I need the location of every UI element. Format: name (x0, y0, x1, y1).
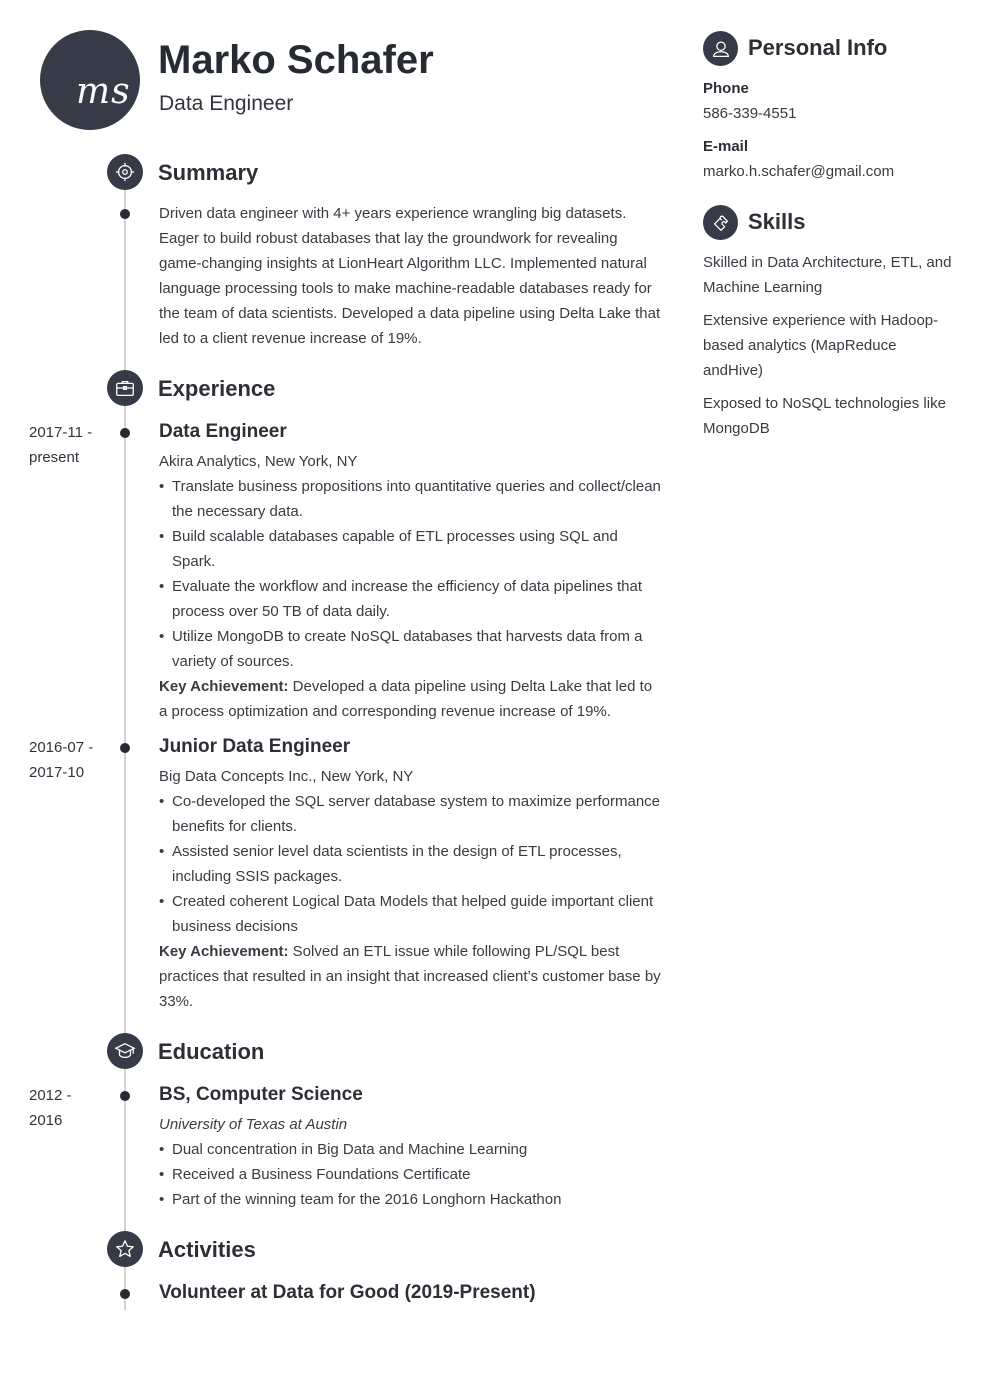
email-label: E-mail (703, 138, 749, 155)
timeline-dot (120, 743, 130, 753)
puzzle-icon (703, 205, 738, 240)
job-title: Data Engineer (159, 421, 287, 442)
job-date: 2016-07 - 2017-10 (29, 735, 109, 785)
skill-item: Exposed to NoSQL technologies like Mongo… (703, 395, 946, 437)
skill-item: Skilled in Data Architecture, ETL, and M… (703, 254, 952, 296)
education-entry: BS, Computer Science University of Texas… (159, 1083, 664, 1212)
education-bullet: Received a Business Foundations Certific… (159, 1162, 664, 1187)
job-entry: Data Engineer Akira Analytics, New York,… (159, 420, 664, 724)
target-icon (107, 154, 143, 190)
section-title-summary: Summary (158, 160, 259, 185)
briefcase-icon (107, 370, 143, 406)
timeline-dot (120, 428, 130, 438)
job-company: Big Data Concepts Inc., New York, NY (159, 768, 414, 785)
timeline-dot (120, 209, 130, 219)
job-date-start: 2017-11 - (29, 424, 93, 441)
job-date-start: 2016-07 - (29, 739, 94, 756)
candidate-title: Data Engineer (159, 92, 294, 115)
activity-title: Volunteer at Data for Good (2019-Present… (159, 1282, 536, 1303)
job-bullet: Created coherent Logical Data Models tha… (159, 889, 664, 939)
job-bullets: Translate business propositions into qua… (159, 474, 664, 674)
key-achievement-label: Key Achievement: (159, 943, 289, 960)
education-bullet: Dual concentration in Big Data and Machi… (159, 1137, 664, 1162)
graduation-cap-icon (107, 1033, 143, 1069)
skill-item: Extensive experience with Hadoop-based a… (703, 312, 939, 379)
job-bullet: Assisted senior level data scientists in… (159, 839, 664, 889)
education-date-start: 2012 - (29, 1087, 72, 1104)
avatar: ms (40, 30, 140, 130)
job-bullet: Translate business propositions into qua… (159, 474, 664, 524)
key-achievement: Key Achievement: Solved an ETL issue whi… (159, 939, 664, 1014)
phone-label: Phone (703, 80, 749, 97)
education-date: 2012 - 2016 (29, 1083, 109, 1133)
key-achievement-label: Key Achievement: (159, 678, 289, 695)
phone-value[interactable]: 586-339-4551 (703, 101, 958, 126)
education-degree: BS, Computer Science (159, 1084, 363, 1105)
job-bullet: Build scalable databases capable of ETL … (159, 524, 664, 574)
candidate-name: Marko Schafer (158, 38, 434, 82)
section-title-personal-info: Personal Info (748, 35, 888, 60)
timeline-dot (120, 1289, 130, 1299)
avatar-initials: ms (76, 71, 131, 112)
job-date-end: present (29, 449, 80, 466)
section-title-activities: Activities (158, 1237, 256, 1262)
email-value[interactable]: marko.h.schafer@gmail.com (703, 159, 958, 184)
key-achievement: Key Achievement: Developed a data pipeli… (159, 674, 664, 724)
section-title-experience: Experience (158, 376, 276, 401)
job-title: Junior Data Engineer (159, 736, 351, 757)
job-bullets: Co-developed the SQL server database sys… (159, 789, 664, 939)
personal-info-block: Phone 586-339-4551 E-mail marko.h.schafe… (703, 76, 958, 184)
job-entry: Junior Data Engineer Big Data Concepts I… (159, 735, 664, 1014)
summary-text: Driven data engineer with 4+ years exper… (159, 205, 661, 347)
job-date-end: 2017-10 (29, 764, 85, 781)
job-date: 2017-11 - present (29, 420, 109, 470)
education-date-end: 2016 (29, 1112, 63, 1129)
section-title-education: Education (158, 1039, 265, 1064)
job-bullet: Co-developed the SQL server database sys… (159, 789, 664, 839)
user-icon (703, 31, 738, 66)
job-company: Akira Analytics, New York, NY (159, 453, 358, 470)
timeline-dot (120, 1091, 130, 1101)
job-bullet: Utilize MongoDB to create NoSQL database… (159, 624, 664, 674)
section-title-skills: Skills (748, 209, 806, 234)
education-school: University of Texas at Austin (159, 1116, 348, 1133)
activity-entry: Volunteer at Data for Good (2019-Present… (159, 1281, 664, 1310)
star-icon (107, 1231, 143, 1267)
education-bullet: Part of the winning team for the 2016 Lo… (159, 1187, 664, 1212)
skills-list: Skilled in Data Architecture, ETL, and M… (703, 250, 958, 449)
education-bullets: Dual concentration in Big Data and Machi… (159, 1137, 664, 1212)
job-bullet: Evaluate the workflow and increase the e… (159, 574, 664, 624)
